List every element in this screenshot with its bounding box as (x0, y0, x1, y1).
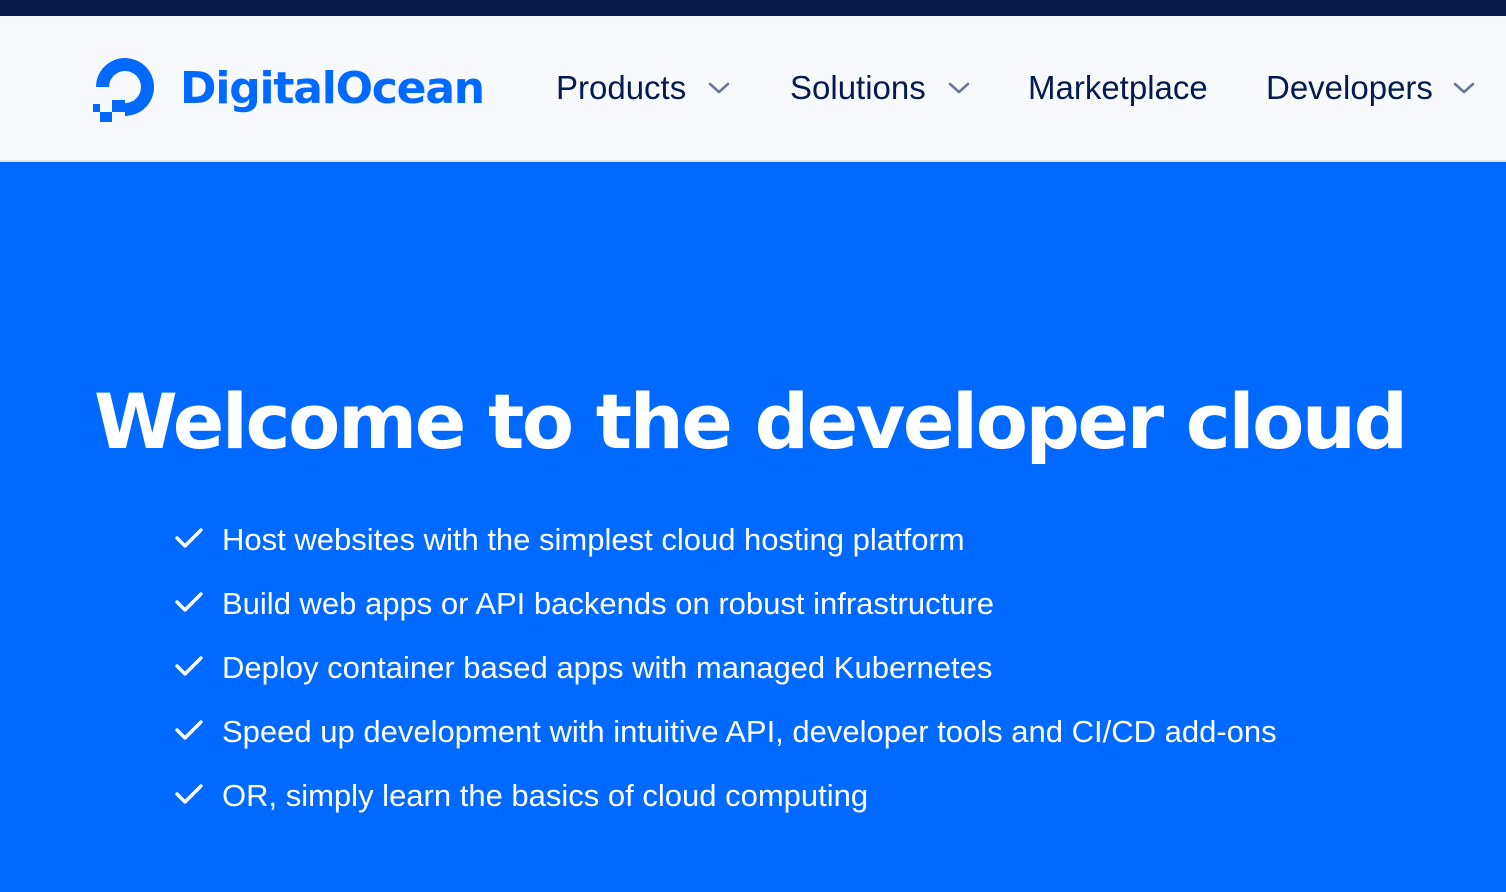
nav-item-label: Developers (1266, 69, 1433, 106)
nav-item-label: Marketplace (1028, 69, 1208, 106)
chevron-down-icon (948, 82, 970, 94)
nav-item-solutions[interactable]: Solutions (790, 66, 970, 110)
check-icon (175, 720, 203, 740)
chevron-down-icon (1453, 82, 1475, 94)
feature-list: Host websites with the simplest cloud ho… (174, 516, 1374, 836)
list-item: Build web apps or API backends on robust… (174, 580, 1374, 628)
check-icon (175, 528, 203, 548)
nav-item-marketplace[interactable]: Marketplace (1028, 66, 1208, 110)
logo-link[interactable]: DigitalOcean (92, 56, 485, 122)
check-icon (175, 592, 203, 612)
feature-text: Speed up development with intuitive API,… (222, 714, 1277, 749)
list-item: Host websites with the simplest cloud ho… (174, 516, 1374, 564)
check-icon (175, 656, 203, 676)
list-item: Speed up development with intuitive API,… (174, 708, 1374, 756)
feature-text: OR, simply learn the basics of cloud com… (222, 778, 869, 813)
hero-title: Welcome to the developer cloud (94, 377, 1408, 466)
chevron-down-icon (708, 82, 730, 94)
list-item: Deploy container based apps with managed… (174, 644, 1374, 692)
nav-item-label: Solutions (790, 69, 926, 106)
brand-name: DigitalOcean (180, 63, 485, 114)
nav-item-developers[interactable]: Developers (1266, 66, 1475, 110)
feature-text: Host websites with the simplest cloud ho… (222, 522, 965, 557)
feature-text: Deploy container based apps with managed… (222, 650, 993, 685)
list-item: OR, simply learn the basics of cloud com… (174, 772, 1374, 820)
digitalocean-logo-icon (93, 58, 154, 122)
top-bar (0, 0, 1506, 16)
nav-item-label: Products (556, 69, 687, 106)
site-header: DigitalOcean Products Solutions Marketpl… (0, 16, 1506, 162)
feature-text: Build web apps or API backends on robust… (222, 586, 994, 621)
nav-item-products[interactable]: Products (556, 66, 730, 110)
check-icon (175, 784, 203, 804)
hero-section: Welcome to the developer cloud Host webs… (0, 162, 1506, 892)
